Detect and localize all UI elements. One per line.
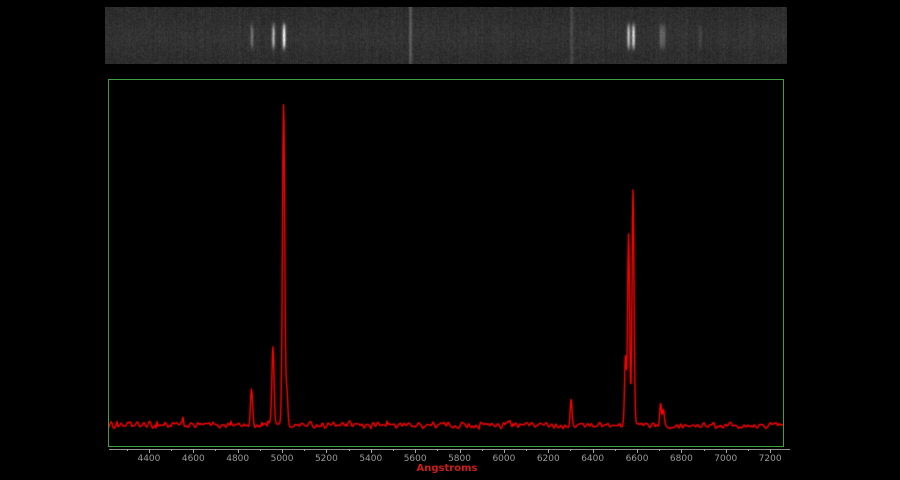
x-tick-label: 5400 (359, 455, 382, 464)
x-tick-label: 4800 (226, 455, 249, 464)
1d-spectrum-canvas (109, 80, 783, 446)
x-axis-major-tick (593, 449, 594, 453)
spectrum-viewer: 4400460048005000520054005600580060006200… (0, 0, 900, 480)
x-axis-minor-tick (349, 449, 350, 451)
x-axis-minor-tick (659, 449, 660, 451)
x-tick-label: 5200 (315, 455, 338, 464)
x-tick-label: 4600 (182, 455, 205, 464)
x-axis-major-tick (415, 449, 416, 453)
x-axis-major-tick (326, 449, 327, 453)
x-tick-label: 6000 (492, 455, 515, 464)
x-axis-minor-tick (171, 449, 172, 451)
x-axis-major-tick (149, 449, 150, 453)
x-axis-major-tick (238, 449, 239, 453)
x-axis-major-tick (460, 449, 461, 453)
x-axis-minor-tick (260, 449, 261, 451)
x-axis-major-tick (770, 449, 771, 453)
x-tick-label: 6200 (537, 455, 560, 464)
x-tick-label: 6600 (626, 455, 649, 464)
x-axis-major-tick (726, 449, 727, 453)
x-axis-minor-tick (748, 449, 749, 451)
x-axis-major-tick (504, 449, 505, 453)
x-axis-title: Angstroms (109, 464, 785, 474)
x-tick-label: 6800 (670, 455, 693, 464)
2d-spectrum-image (105, 7, 787, 64)
x-tick-label: 5000 (271, 455, 294, 464)
x-axis-major-tick (681, 449, 682, 453)
x-axis-minor-tick (393, 449, 394, 451)
x-axis-major-tick (282, 449, 283, 453)
x-axis-major-tick (637, 449, 638, 453)
x-axis-minor-tick (615, 449, 616, 451)
x-axis-minor-tick (570, 449, 571, 451)
x-tick-label: 7200 (759, 455, 782, 464)
x-axis-major-tick (371, 449, 372, 453)
x-axis-minor-tick (526, 449, 527, 451)
x-axis-line (109, 449, 790, 450)
x-tick-label: 7000 (714, 455, 737, 464)
x-axis-minor-tick (437, 449, 438, 451)
x-axis-major-tick (548, 449, 549, 453)
x-axis-minor-tick (304, 449, 305, 451)
x-tick-label: 4400 (137, 455, 160, 464)
x-tick-label: 6400 (581, 455, 604, 464)
x-axis-minor-tick (704, 449, 705, 451)
spectrum-plot-frame (108, 79, 784, 447)
x-axis-minor-tick (127, 449, 128, 451)
x-axis-major-tick (193, 449, 194, 453)
x-axis-minor-tick (482, 449, 483, 451)
x-axis-minor-tick (215, 449, 216, 451)
